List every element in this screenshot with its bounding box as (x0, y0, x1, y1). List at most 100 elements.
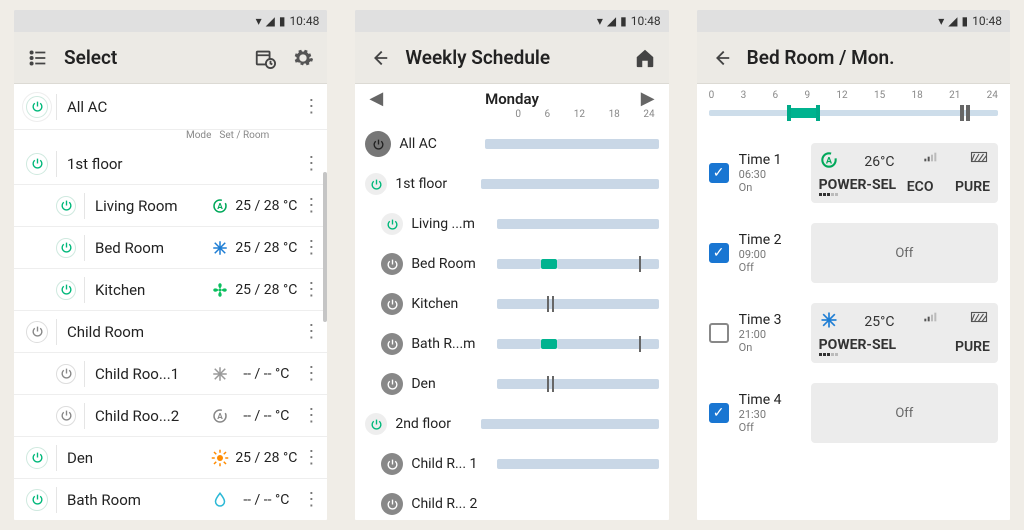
time-state: On (739, 341, 801, 354)
schedule-row[interactable]: Child R... 2 (355, 484, 668, 520)
schedule-row[interactable]: Child R... 1 (355, 444, 668, 484)
list-item[interactable]: 1st floor ⋮ (14, 143, 327, 185)
power-toggle[interactable] (381, 333, 403, 355)
timeline-bar[interactable] (485, 136, 658, 152)
power-toggle[interactable] (56, 280, 76, 300)
timeline-bar[interactable] (497, 336, 658, 352)
calendar-clock-icon[interactable] (253, 46, 277, 70)
list-item[interactable]: Den 25 / 28 °C ⋮ (14, 437, 327, 479)
more-icon[interactable]: ⋮ (301, 195, 321, 216)
time-info: Time 4 21:30 Off (739, 383, 801, 443)
more-icon[interactable]: ⋮ (301, 489, 321, 510)
more-icon[interactable]: ⋮ (301, 237, 321, 258)
power-toggle[interactable] (381, 373, 403, 395)
schedule-row[interactable]: Living ...m (355, 204, 668, 244)
list-item[interactable]: Child Room ⋮ (14, 311, 327, 353)
schedule-row[interactable]: Bath R...m (355, 324, 668, 364)
power-toggle[interactable] (26, 96, 48, 118)
list-item[interactable]: Bed Room 25 / 28 °C ⋮ (14, 227, 327, 269)
back-icon[interactable] (367, 46, 391, 70)
time-checkbox[interactable] (709, 323, 729, 343)
row-name: Den (411, 376, 497, 392)
more-icon[interactable]: ⋮ (301, 447, 321, 468)
list-item[interactable]: Child Roo...2 A -- / -- °C ⋮ (14, 395, 327, 437)
time-info: Time 1 06:30 On (739, 143, 801, 203)
wifi-icon: ▾ (938, 14, 944, 28)
schedule-row[interactable]: Den (355, 364, 668, 404)
power-toggle[interactable] (56, 196, 76, 216)
power-toggle[interactable] (26, 489, 48, 511)
temp-value: 26°C (864, 154, 894, 170)
timeline-bar[interactable] (481, 176, 658, 192)
timeline-bar[interactable] (497, 256, 658, 272)
power-toggle[interactable] (26, 321, 48, 343)
timeline-bar[interactable] (497, 216, 658, 232)
list-item[interactable]: Living Room A 25 / 28 °C ⋮ (14, 185, 327, 227)
more-icon[interactable]: ⋮ (301, 96, 321, 117)
prev-day[interactable]: ◀ (369, 88, 383, 109)
schedule-row[interactable]: 1st floor (355, 164, 668, 204)
more-icon[interactable]: ⋮ (301, 405, 321, 426)
timeline-bar[interactable] (481, 416, 658, 432)
mode-icon (209, 449, 231, 467)
scrollbar[interactable] (323, 172, 327, 322)
gear-icon[interactable] (291, 46, 315, 70)
state-box[interactable]: Off (811, 223, 998, 283)
more-icon[interactable]: ⋮ (301, 279, 321, 300)
device-list[interactable]: All AC ⋮ModeSet / Room 1st floor ⋮ Livin… (14, 84, 327, 520)
power-toggle[interactable] (381, 253, 403, 275)
schedule-row[interactable]: All AC (355, 124, 668, 164)
timeline-bar[interactable] (497, 456, 658, 472)
list-item[interactable]: Kitchen 25 / 28 °C ⋮ (14, 269, 327, 311)
mode-icon (209, 281, 231, 299)
menu-icon[interactable] (26, 46, 50, 70)
state-box[interactable]: A 26°C POWER-SEL ECO PURE (811, 143, 998, 203)
schedule-row[interactable]: 2nd floor (355, 404, 668, 444)
time-state: On (739, 181, 801, 194)
list-item[interactable]: Bath Room -- / -- °C ⋮ (14, 479, 327, 520)
screen-weekly: ▾ ◢ ▮ 10:48 Weekly Schedule ◀ Monday ▶ 0… (355, 10, 668, 520)
schedule-list[interactable]: All AC 1st floor Living ...m Bed Room Ki… (355, 124, 668, 520)
time-checkbox[interactable]: ✓ (709, 163, 729, 183)
power-toggle[interactable] (381, 293, 403, 315)
timeline[interactable] (709, 101, 998, 125)
power-toggle[interactable] (365, 413, 387, 435)
row-name: Living Room (95, 197, 209, 215)
power-toggle[interactable] (56, 406, 76, 426)
timeline-bar[interactable] (497, 496, 658, 512)
next-day[interactable]: ▶ (641, 88, 655, 109)
back-icon[interactable] (709, 46, 733, 70)
off-label: Off (895, 406, 913, 421)
clock: 10:48 (631, 14, 661, 28)
timeline-bar[interactable] (497, 296, 658, 312)
power-toggle[interactable] (26, 153, 48, 175)
row-name: 1st floor (395, 176, 481, 192)
home-icon[interactable] (633, 46, 657, 70)
time-value: 06:30 (739, 168, 801, 181)
row-name[interactable]: All AC (67, 98, 301, 116)
time-checkbox[interactable]: ✓ (709, 403, 729, 423)
more-icon[interactable]: ⋮ (301, 363, 321, 384)
time-state: Off (739, 261, 801, 274)
power-toggle[interactable] (26, 447, 48, 469)
timeline-bar[interactable] (497, 376, 658, 392)
list-item[interactable]: Child Roo...1 -- / -- °C ⋮ (14, 353, 327, 395)
more-icon[interactable]: ⋮ (301, 321, 321, 342)
time-checkbox[interactable]: ✓ (709, 243, 729, 263)
page-title: Bed Room / Mon. (747, 46, 998, 69)
state-box[interactable]: Off (811, 383, 998, 443)
power-toggle[interactable] (381, 493, 403, 515)
state-box[interactable]: 25°C POWER-SEL PURE (811, 303, 998, 363)
power-toggle[interactable] (56, 238, 76, 258)
power-toggle[interactable] (365, 173, 387, 195)
row-name: Kitchen (95, 281, 209, 299)
power-toggle[interactable] (381, 453, 403, 475)
power-toggle[interactable] (365, 131, 391, 157)
more-icon[interactable]: ⋮ (301, 153, 321, 174)
power-toggle[interactable] (56, 364, 76, 384)
mode-icon (209, 365, 231, 383)
power-toggle[interactable] (381, 213, 403, 235)
schedule-row[interactable]: Bed Room (355, 244, 668, 284)
schedule-row[interactable]: Kitchen (355, 284, 668, 324)
row-name: 1st floor (67, 155, 209, 173)
